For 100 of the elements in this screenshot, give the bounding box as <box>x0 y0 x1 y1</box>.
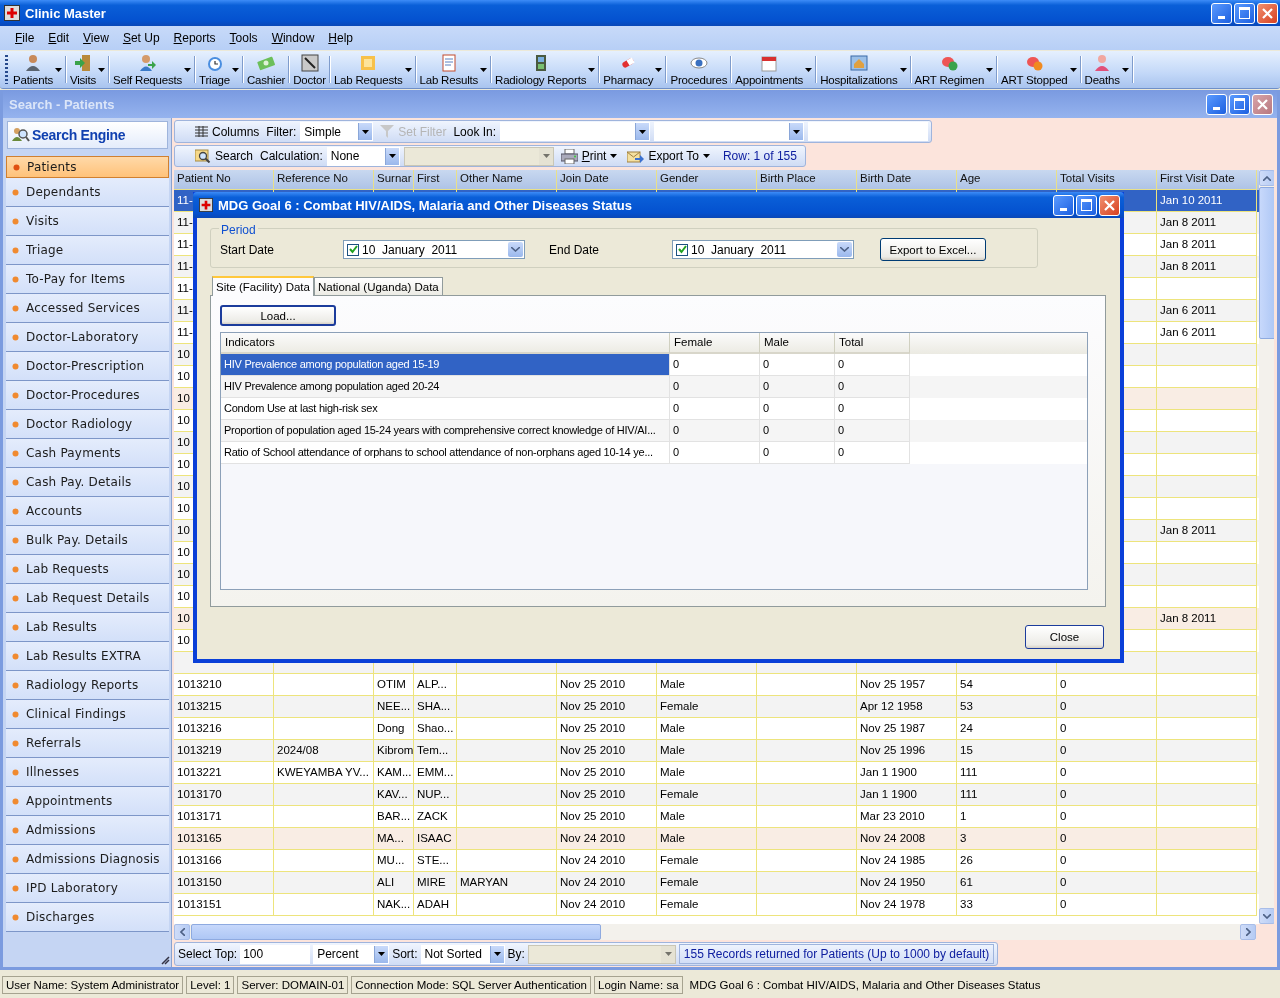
calculation-field-dropdown[interactable] <box>403 146 554 166</box>
table-row[interactable]: HIV Prevalence among population aged 20-24 0 0 0 <box>221 376 1087 398</box>
close-button[interactable] <box>1252 93 1273 115</box>
sidebar-item[interactable]: Referrals <box>6 729 169 758</box>
sidebar-item[interactable]: Accessed Services <box>6 294 169 323</box>
restore-button[interactable] <box>1234 2 1255 24</box>
sidebar-item[interactable]: Accounts <box>6 497 169 526</box>
table-row[interactable]: HIV Prevalence among population aged 15-19 0 0 0 <box>221 354 1087 376</box>
sidebar-item[interactable]: Illnesses <box>6 758 169 787</box>
scroll-left-icon[interactable] <box>179 928 185 936</box>
scroll-thumb[interactable] <box>1259 187 1274 339</box>
toolbar-button[interactable]: Patients <box>11 51 64 88</box>
menu-item[interactable]: Edit <box>41 31 77 45</box>
sidebar-item[interactable]: Cash Payments <box>6 439 169 468</box>
sidebar-item[interactable]: Patients <box>6 156 169 178</box>
sidebar-item[interactable]: Visits <box>6 207 169 236</box>
maximize-button[interactable] <box>1076 194 1097 216</box>
sidebar-item[interactable]: Lab Request Details <box>6 584 169 613</box>
toolbar-button[interactable]: Deaths <box>1082 51 1131 88</box>
export-button[interactable]: Export To <box>624 148 713 164</box>
toolbar-button[interactable]: Pharmacy <box>601 51 665 88</box>
menu-item[interactable]: Help <box>321 31 360 45</box>
sidebar-item[interactable]: Triage <box>6 236 169 265</box>
sidebar-item[interactable]: Cash Pay. Details <box>6 468 169 497</box>
menu-item[interactable]: View <box>76 31 116 45</box>
table-row[interactable]: 1013151 NAK... ADAH Nov 24 2010 Female Nov 24 1978 33 0 <box>174 894 1259 916</box>
calculation-dropdown[interactable]: None <box>326 146 400 166</box>
sidebar-item[interactable]: Lab Results <box>6 613 169 642</box>
minimize-button[interactable] <box>1053 194 1074 216</box>
table-row[interactable]: 1013171 BAR... ZACK Nov 25 2010 Male Mar 23 2010 1 0 <box>174 806 1259 828</box>
sidebar-item[interactable]: Doctor-Procedures <box>6 381 169 410</box>
table-row[interactable]: 1013215 NEE... SHA... Nov 25 2010 Female Apr 12 1958 53 0 <box>174 696 1259 718</box>
search-button[interactable]: Search <box>192 149 257 163</box>
toolbar-button[interactable]: ART Regimen <box>912 51 996 88</box>
minimize-button[interactable] <box>1206 93 1227 115</box>
table-row[interactable]: 1013166 MU... STE... Nov 24 2010 Female Nov 24 1985 26 0 <box>174 850 1259 872</box>
sidebar-item[interactable]: Admissions Diagnosis <box>6 845 169 874</box>
scroll-thumb[interactable] <box>191 924 601 940</box>
sidebar-item[interactable]: Discharges <box>6 903 169 932</box>
minimize-button[interactable] <box>1211 2 1232 24</box>
table-row[interactable]: 1013219 2024/08 Kibrom Tem... Nov 25 2010 Male Nov 25 1996 15 0 <box>174 740 1259 762</box>
toolbar-button[interactable]: Triage <box>197 51 241 88</box>
menu-item[interactable]: Window <box>264 31 322 45</box>
toolbar-button[interactable]: Hospitalizations <box>818 51 909 88</box>
end-date-picker[interactable]: 10 January 2011 <box>672 240 854 259</box>
sidebar-item[interactable]: Appointments <box>6 787 169 816</box>
close-button[interactable] <box>1257 2 1278 24</box>
toolbar-button[interactable]: Radiology Reports <box>493 51 598 88</box>
toolbar-button[interactable]: Lab Results <box>417 51 490 88</box>
toolbar-button[interactable]: ART Stopped <box>999 51 1079 88</box>
table-row[interactable]: Condom Use at last high-risk sex 0 0 0 <box>221 398 1087 420</box>
print-button[interactable]: Print <box>557 148 621 164</box>
table-row[interactable]: Proportion of population aged 15-24 years with comprehensive correct knowledge of HIV/AI... 0 0 0 <box>221 420 1087 442</box>
search-engine-header[interactable]: Search Engine <box>7 121 168 149</box>
horizontal-scrollbar[interactable] <box>174 924 1256 940</box>
menu-item[interactable]: Reports <box>166 31 223 45</box>
toolbar-button[interactable]: Procedures <box>668 51 730 88</box>
tab[interactable]: National (Uganda) Data <box>313 277 443 295</box>
table-row[interactable]: 1013210 OTIM ALP... Nov 25 2010 Male Nov 25 1957 54 0 <box>174 674 1259 696</box>
close-button[interactable] <box>1099 194 1120 216</box>
table-row[interactable]: Ratio of School attendance of orphans to school attendance of non-orphans aged 10-14 ye... 0 0 0 <box>221 442 1087 464</box>
sidebar-item[interactable]: Lab Results EXTRA <box>6 642 169 671</box>
checkbox[interactable] <box>347 243 359 256</box>
tab[interactable]: Site (Facility) Data <box>212 276 314 296</box>
menu-item[interactable]: Tools <box>222 31 265 45</box>
sidebar-item[interactable]: To-Pay for Items <box>6 265 169 294</box>
start-date-picker[interactable]: 10 January 2011 <box>343 240 525 259</box>
toolbar-button[interactable]: Self Requests <box>111 51 194 88</box>
search-field[interactable] <box>808 122 929 141</box>
sidebar-item[interactable]: Dependants <box>6 178 169 207</box>
checkbox[interactable] <box>676 243 688 256</box>
columns-button[interactable]: Columns <box>192 124 263 139</box>
table-row[interactable]: 1013165 MA... ISAAC Nov 24 2010 Male Nov 24 2008 3 0 <box>174 828 1259 850</box>
maximize-button[interactable] <box>1229 93 1250 115</box>
scroll-down-icon[interactable] <box>1263 913 1271 919</box>
sidebar-item[interactable]: Doctor-Laboratory <box>6 323 169 352</box>
sidebar-item[interactable]: Bulk Pay. Details <box>6 526 169 555</box>
toolbar-button[interactable]: Doctor <box>291 51 328 88</box>
table-row[interactable]: 1013170 KAV... NUP... Nov 25 2010 Female Jan 1 1900 111 0 <box>174 784 1259 806</box>
load-button[interactable]: Load... <box>220 305 336 326</box>
toolbar-button[interactable]: Appointments <box>733 51 815 88</box>
toolbar-button[interactable]: Visits <box>67 51 108 88</box>
table-row[interactable]: 1013150 ALI MIRE MARYAN Nov 24 2010 Female Nov 24 1950 61 0 <box>174 872 1259 894</box>
filter-dropdown[interactable]: Simple <box>300 122 374 141</box>
scroll-right-icon[interactable] <box>1245 928 1251 936</box>
sidebar-item[interactable]: Doctor Radiology <box>6 410 169 439</box>
vertical-scrollbar[interactable] <box>1259 170 1274 924</box>
sidebar-item[interactable]: Admissions <box>6 816 169 845</box>
table-row[interactable]: 1013216 Dong Shao... Nov 25 2010 Male Nov 25 1987 24 0 <box>174 718 1259 740</box>
export-to-excel-button[interactable]: Export to Excel... <box>880 238 986 261</box>
resize-grip-icon[interactable] <box>160 955 170 965</box>
sidebar-item[interactable]: Lab Requests <box>6 555 169 584</box>
sidebar-item[interactable]: Doctor-Prescription <box>6 352 169 381</box>
sidebar-item[interactable]: Radiology Reports <box>6 671 169 700</box>
sidebar-item[interactable]: IPD Laboratory <box>6 874 169 903</box>
table-row[interactable]: 1013221 KWEYAMBA YV... KAM... EMM... Nov 25 2010 Male Jan 1 1900 111 0 <box>174 762 1259 784</box>
sidebar-item[interactable]: Clinical Findings <box>6 700 169 729</box>
toolbar-button[interactable]: Cashier <box>245 51 288 88</box>
menu-item[interactable]: File <box>8 31 42 45</box>
close-button[interactable]: Close <box>1025 625 1104 649</box>
